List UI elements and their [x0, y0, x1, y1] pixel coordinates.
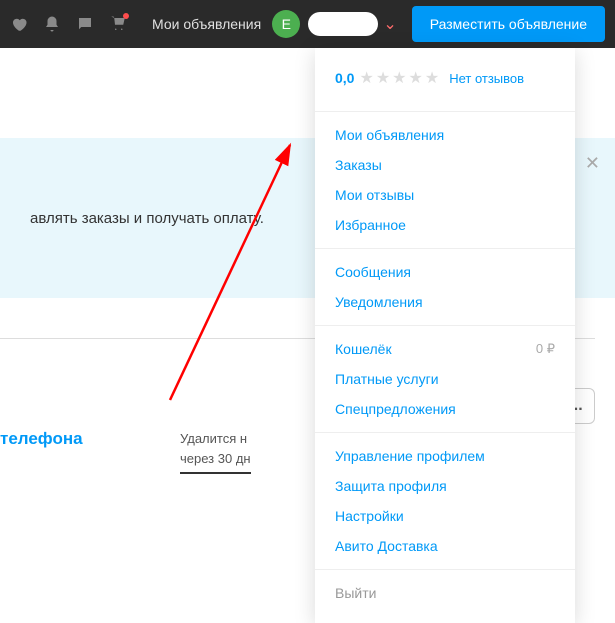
avatar: E: [272, 10, 300, 38]
notification-dot: [123, 13, 129, 19]
divider: [315, 325, 575, 326]
menu-item-logout[interactable]: Выйти: [315, 578, 575, 608]
menu-item-favorites[interactable]: Избранное: [315, 210, 575, 240]
post-ad-button[interactable]: Разместить объявление: [412, 6, 605, 42]
menu-item-settings[interactable]: Настройки: [315, 501, 575, 531]
heart-icon[interactable]: [10, 15, 28, 33]
listing-title-phone[interactable]: телефона: [0, 429, 100, 449]
menu-item-paid-services[interactable]: Платные услуги: [315, 364, 575, 394]
star-icons: ★★★★★: [359, 68, 441, 88]
reviews-link[interactable]: Нет отзывов: [449, 71, 524, 86]
chevron-down-icon: ⌄: [383, 14, 396, 34]
menu-item-notifications[interactable]: Уведомления: [315, 287, 575, 317]
menu-item-avito-delivery[interactable]: Авито Доставка: [315, 531, 575, 561]
user-dropdown-menu: 0,0 ★★★★★ Нет отзывов Мои объявления Зак…: [315, 48, 575, 623]
cart-icon[interactable]: [109, 15, 127, 33]
menu-item-profile-security[interactable]: Защита профиля: [315, 471, 575, 501]
menu-item-my-reviews[interactable]: Мои отзывы: [315, 180, 575, 210]
delete-countdown-text: Удалится н через 30 дн: [180, 429, 251, 474]
user-name-hidden: [308, 12, 378, 36]
menu-item-messages[interactable]: Сообщения: [315, 257, 575, 287]
rating-row[interactable]: 0,0 ★★★★★ Нет отзывов: [315, 63, 575, 103]
menu-item-special-offers[interactable]: Спецпредложения: [315, 394, 575, 424]
menu-item-wallet[interactable]: Кошелёк 0 ₽: [315, 334, 575, 364]
divider: [315, 432, 575, 433]
chat-icon[interactable]: [76, 15, 94, 33]
info-banner-text: авлять заказы и получать оплату.: [20, 210, 264, 227]
menu-item-my-ads[interactable]: Мои объявления: [315, 120, 575, 150]
divider: [315, 111, 575, 112]
divider: [315, 248, 575, 249]
close-icon[interactable]: ✕: [585, 153, 600, 174]
wallet-balance: 0 ₽: [536, 341, 555, 357]
menu-item-profile-management[interactable]: Управление профилем: [315, 441, 575, 471]
user-menu-trigger[interactable]: E ⌄: [272, 10, 396, 38]
divider: [315, 569, 575, 570]
bell-icon[interactable]: [43, 15, 61, 33]
rating-value: 0,0: [335, 70, 354, 86]
top-header: Мои объявления E ⌄ Разместить объявление: [0, 0, 615, 48]
menu-item-orders[interactable]: Заказы: [315, 150, 575, 180]
my-ads-link[interactable]: Мои объявления: [152, 16, 261, 32]
